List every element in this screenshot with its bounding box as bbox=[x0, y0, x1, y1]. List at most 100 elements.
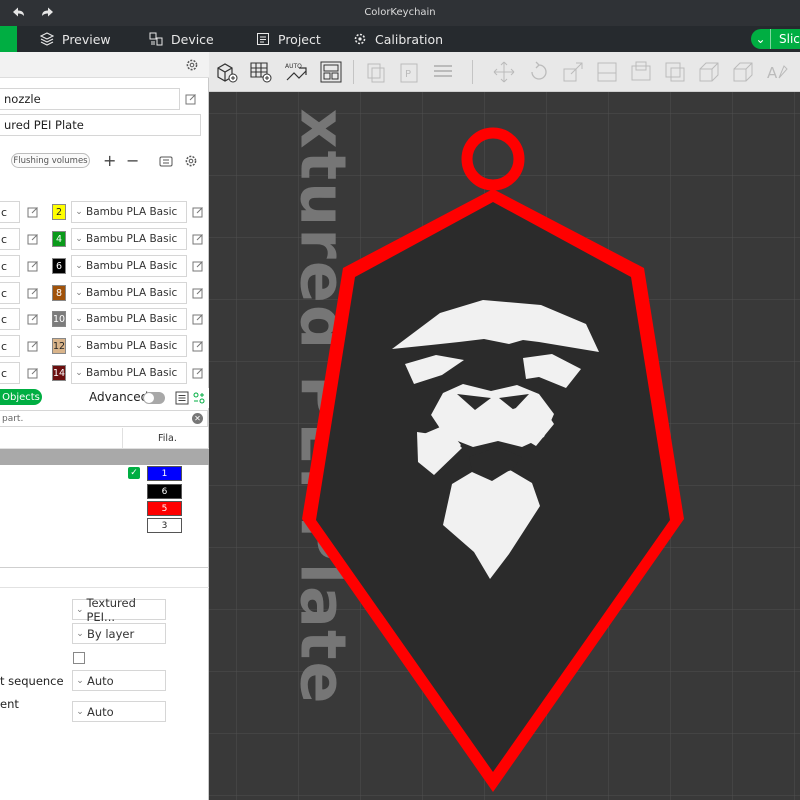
filament-left-cell[interactable]: c bbox=[0, 335, 20, 357]
object-visible-checkbox[interactable]: ✓ bbox=[128, 467, 140, 479]
plate-type-field[interactable]: ured PEI Plate bbox=[0, 114, 201, 136]
advanced-toggle[interactable] bbox=[143, 392, 165, 404]
filament-swatch[interactable]: 10 bbox=[52, 311, 66, 327]
move-icon[interactable] bbox=[492, 60, 516, 84]
project-icon bbox=[257, 33, 269, 45]
filament-left-cell[interactable]: c bbox=[0, 308, 20, 330]
filament-type-dropdown[interactable]: ⌄ Bambu PLA Basic bbox=[71, 335, 187, 357]
filament-type-dropdown[interactable]: ⌄ Bambu PLA Basic bbox=[71, 362, 187, 384]
object-filament-box[interactable]: 5 bbox=[147, 501, 182, 516]
sync-ams-icon[interactable] bbox=[159, 154, 173, 168]
filament-left-cell[interactable]: c bbox=[0, 362, 20, 384]
chevron-down-icon[interactable]: ⌄ bbox=[751, 29, 771, 49]
tab-device[interactable]: Device bbox=[149, 26, 214, 52]
object-table-header: Fila. bbox=[0, 428, 209, 449]
placement-dropdown[interactable]: ⌄ Auto bbox=[72, 701, 166, 722]
filament-swatch[interactable]: 14 bbox=[52, 365, 66, 381]
filament-row: c 14 ⌄ Bambu PLA Basic bbox=[0, 362, 209, 384]
filament-left-cell[interactable]: c bbox=[0, 255, 20, 277]
object-filament-box[interactable]: 3 bbox=[147, 518, 182, 533]
cut-icon[interactable] bbox=[629, 60, 653, 84]
edit-icon[interactable] bbox=[192, 260, 204, 272]
object-search-input[interactable]: part. ✕ bbox=[0, 410, 208, 427]
arrange-icon[interactable] bbox=[319, 60, 343, 84]
edit-icon[interactable] bbox=[192, 287, 204, 299]
remove-filament-button[interactable]: − bbox=[126, 151, 139, 170]
edit-icon[interactable] bbox=[192, 233, 204, 245]
edit-icon[interactable] bbox=[192, 340, 204, 352]
svg-text:AUTO: AUTO bbox=[285, 63, 302, 70]
filament-left-cell[interactable]: c bbox=[0, 228, 20, 250]
gear-icon[interactable] bbox=[185, 58, 199, 72]
edit-icon[interactable] bbox=[27, 206, 39, 218]
chevron-down-icon: ⌄ bbox=[76, 675, 84, 686]
spiral-checkbox[interactable] bbox=[73, 652, 85, 664]
tab-prepare[interactable] bbox=[0, 26, 17, 52]
slice-label: Slic bbox=[779, 32, 800, 46]
edit-icon[interactable] bbox=[27, 233, 39, 245]
nozzle-field[interactable]: nozzle bbox=[0, 88, 180, 110]
edit-icon[interactable] bbox=[185, 93, 197, 105]
edit-icon[interactable] bbox=[27, 313, 39, 325]
filament-left-cell[interactable]: c bbox=[0, 282, 20, 304]
flushing-volumes-button[interactable]: Flushing volumes bbox=[11, 153, 90, 168]
edit-icon[interactable] bbox=[192, 313, 204, 325]
edit-icon[interactable] bbox=[192, 367, 204, 379]
edit-icon[interactable] bbox=[27, 367, 39, 379]
scale-icon[interactable] bbox=[561, 60, 585, 84]
filament-type-dropdown[interactable]: ⌄ Bambu PLA Basic bbox=[71, 308, 187, 330]
filament-row: c 8 ⌄ Bambu PLA Basic bbox=[0, 282, 209, 304]
edit-icon[interactable] bbox=[192, 206, 204, 218]
edit-icon[interactable] bbox=[27, 287, 39, 299]
filament-swatch[interactable]: 8 bbox=[52, 285, 66, 301]
filament-type-dropdown[interactable]: ⌄ Bambu PLA Basic bbox=[71, 228, 187, 250]
add-plate-icon[interactable] bbox=[249, 60, 273, 84]
filament-slot-number: 6 bbox=[55, 260, 63, 272]
rotate-icon[interactable] bbox=[527, 60, 551, 84]
object-filament-box[interactable]: 1 bbox=[147, 466, 182, 481]
filament-settings-icon[interactable] bbox=[184, 154, 198, 168]
app-window: ColorKeychain Preview Device Project Cal… bbox=[0, 0, 800, 800]
sequence-dropdown[interactable]: ⌄ By layer bbox=[72, 623, 166, 644]
print-sequence-dropdown[interactable]: ⌄ Auto bbox=[72, 670, 166, 691]
filament-swatch[interactable]: 2 bbox=[52, 204, 66, 220]
mesh-boolean-icon[interactable] bbox=[663, 60, 687, 84]
filament-swatch[interactable]: 6 bbox=[52, 258, 66, 274]
tab-calibration[interactable]: Calibration bbox=[353, 26, 443, 52]
auto-orient-icon[interactable]: AUTO bbox=[284, 60, 308, 84]
object-filament-box[interactable]: 6 bbox=[147, 484, 182, 499]
printer-header bbox=[0, 52, 209, 78]
plate-type-dropdown[interactable]: ⌄ Textured PEI... bbox=[72, 596, 166, 624]
chevron-down-icon: ⌄ bbox=[75, 368, 83, 378]
filament-type-dropdown[interactable]: ⌄ Bambu PLA Basic bbox=[71, 282, 187, 304]
3d-viewport[interactable]: xtured PEI Plate bbox=[209, 92, 800, 800]
seam-paint-icon[interactable] bbox=[731, 60, 755, 84]
add-filament-button[interactable]: + bbox=[103, 151, 116, 170]
filament-row: c 6 ⌄ Bambu PLA Basic bbox=[0, 255, 209, 277]
nozzle-value: nozzle bbox=[4, 92, 41, 106]
selected-object-row[interactable] bbox=[0, 449, 209, 465]
edit-icon[interactable] bbox=[27, 260, 39, 272]
slice-button[interactable]: ⌄ Slic bbox=[751, 29, 800, 49]
filament-type-dropdown[interactable]: ⌄ Bambu PLA Basic bbox=[71, 255, 187, 277]
text-tool-icon[interactable]: A bbox=[765, 60, 789, 84]
clear-search-icon[interactable]: ✕ bbox=[192, 413, 203, 424]
filament-left-cell[interactable]: c bbox=[0, 201, 20, 223]
layers-view-icon[interactable] bbox=[431, 60, 455, 84]
paste-icon[interactable]: P bbox=[397, 60, 421, 84]
keychain-model[interactable] bbox=[209, 92, 800, 800]
tab-objects[interactable]: Objects bbox=[0, 389, 42, 405]
plate-settings-icon[interactable] bbox=[192, 391, 206, 405]
tab-preview-label: Preview bbox=[62, 31, 111, 47]
filament-swatch[interactable]: 4 bbox=[52, 231, 66, 247]
edit-icon[interactable] bbox=[27, 340, 39, 352]
lay-on-face-icon[interactable] bbox=[595, 60, 619, 84]
filament-type-dropdown[interactable]: ⌄ Bambu PLA Basic bbox=[71, 201, 187, 223]
support-paint-icon[interactable] bbox=[697, 60, 721, 84]
filament-swatch[interactable]: 12 bbox=[52, 338, 66, 354]
add-cube-icon[interactable] bbox=[215, 60, 239, 84]
tab-preview[interactable]: Preview bbox=[40, 26, 111, 52]
tab-project[interactable]: Project bbox=[256, 26, 321, 52]
list-view-icon[interactable] bbox=[175, 391, 189, 405]
copy-icon[interactable] bbox=[364, 60, 388, 84]
